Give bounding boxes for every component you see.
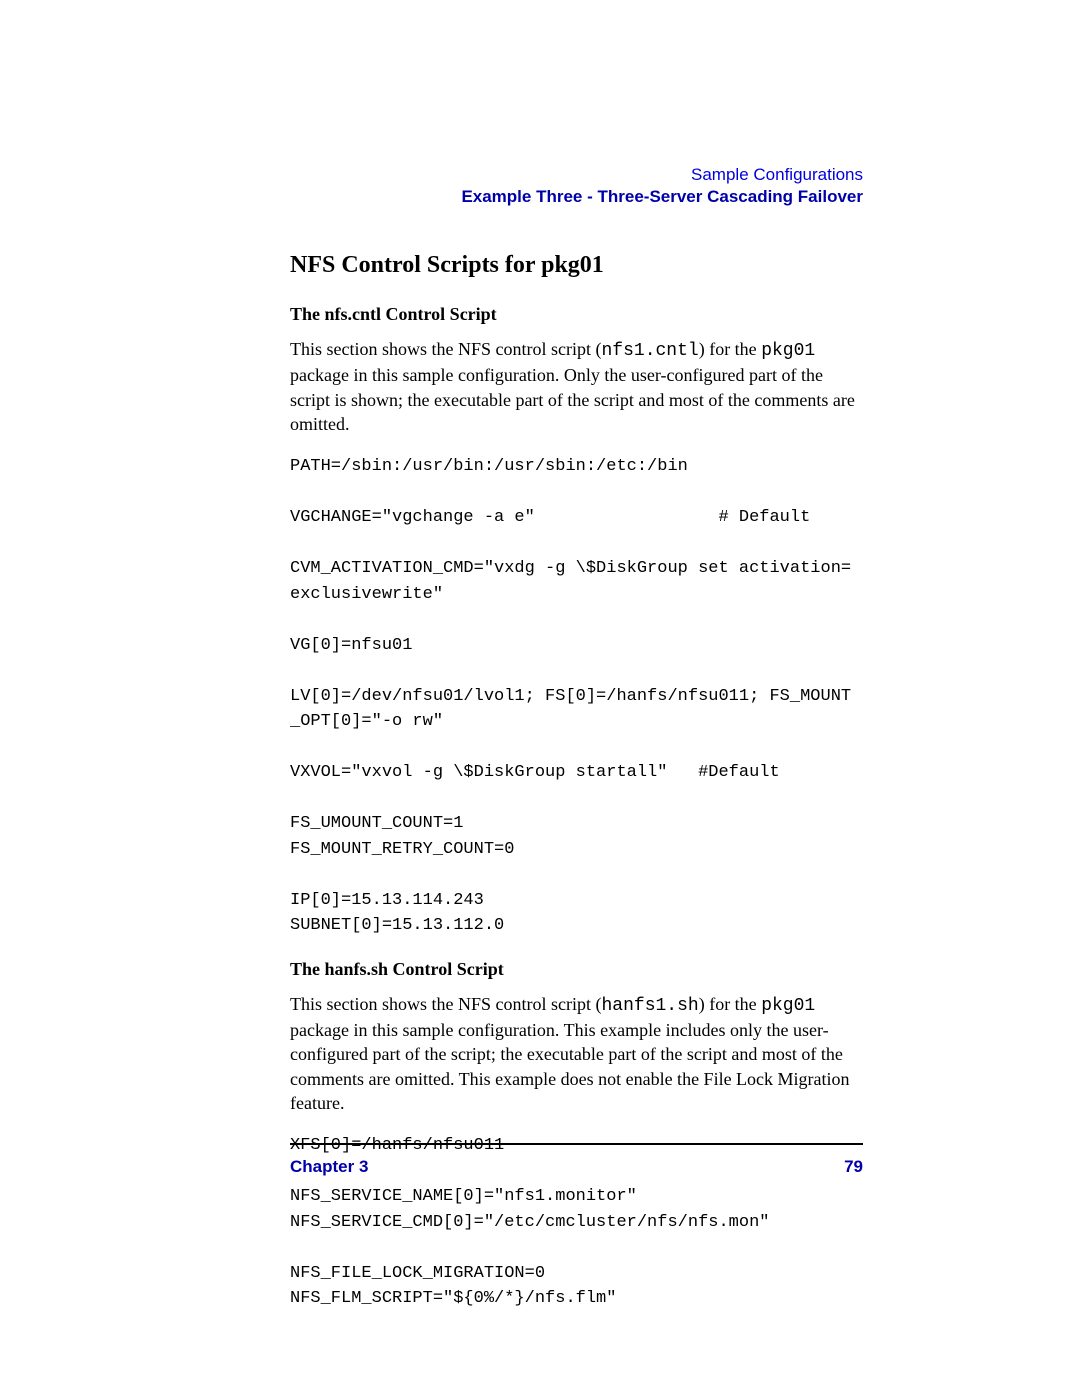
- section-title: NFS Control Scripts for pkg01: [290, 252, 863, 279]
- inline-code: nfs1.cntl: [601, 341, 698, 361]
- paragraph-nfs-cntl: This section shows the NFS control scrip…: [290, 337, 863, 436]
- page-number: 79: [844, 1157, 863, 1177]
- para-text: This section shows the NFS control scrip…: [290, 339, 601, 359]
- subheading-hanfs-sh: The hanfs.sh Control Script: [290, 959, 863, 980]
- para-text: package in this sample configuration. Th…: [290, 1020, 850, 1113]
- inline-code: hanfs1.sh: [601, 996, 698, 1016]
- inline-code: pkg01: [761, 996, 815, 1016]
- paragraph-hanfs-sh: This section shows the NFS control scrip…: [290, 992, 863, 1115]
- chapter-label[interactable]: Chapter 3: [290, 1157, 368, 1177]
- footer-row: Chapter 3 79: [290, 1157, 863, 1177]
- page-content: Sample Configurations Example Three - Th…: [0, 0, 1080, 1312]
- page-header: Sample Configurations Example Three - Th…: [290, 165, 863, 207]
- footer-divider: [290, 1143, 863, 1145]
- inline-code: pkg01: [761, 341, 815, 361]
- para-text: package in this sample configuration. On…: [290, 365, 855, 434]
- breadcrumb-section: Example Three - Three-Server Cascading F…: [290, 187, 863, 207]
- para-text: ) for the: [699, 994, 761, 1014]
- breadcrumb-link[interactable]: Sample Configurations: [290, 165, 863, 185]
- subheading-nfs-cntl: The nfs.cntl Control Script: [290, 304, 863, 325]
- page-footer: Chapter 3 79: [0, 1121, 1080, 1177]
- para-text: This section shows the NFS control scrip…: [290, 994, 601, 1014]
- code-block-nfs-cntl: PATH=/sbin:/usr/bin:/usr/sbin:/etc:/bin …: [290, 454, 863, 939]
- para-text: ) for the: [699, 339, 761, 359]
